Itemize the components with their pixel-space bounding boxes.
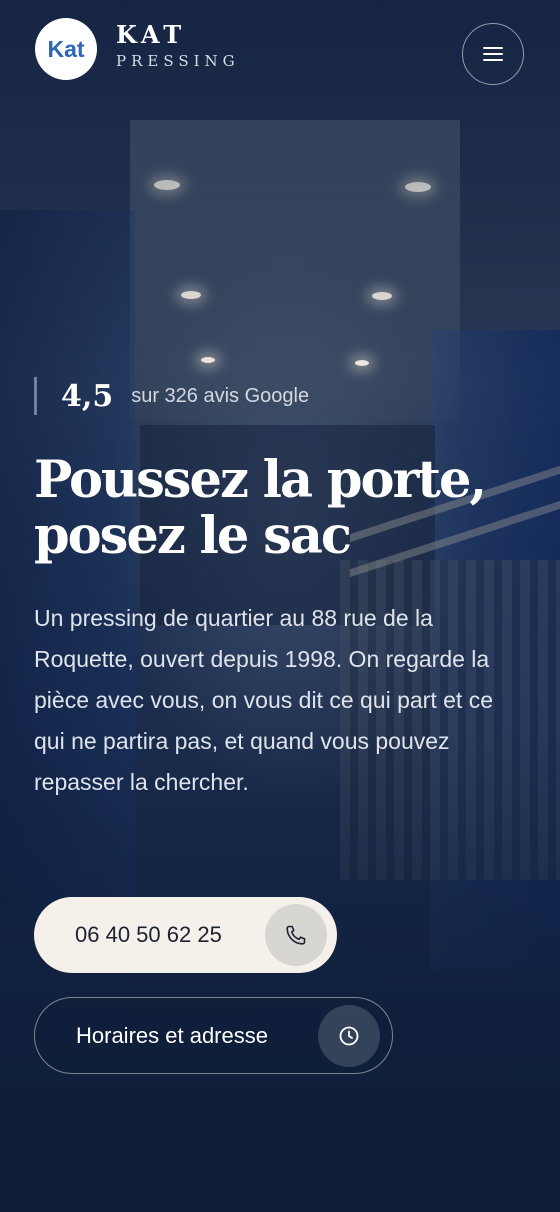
- clock-icon: [318, 1005, 380, 1067]
- call-button-label: 06 40 50 62 25: [75, 922, 222, 947]
- google-rating: 4,5 sur 326 avis Google: [34, 377, 309, 415]
- phone-icon: [265, 904, 327, 966]
- rating-score: 4,5: [61, 378, 114, 414]
- logo-link[interactable]: Kat: [35, 18, 97, 80]
- logo-text: Kat: [47, 35, 85, 62]
- intro-text: Un pressing de quartier au 88 rue de la …: [34, 605, 493, 795]
- hamburger-icon: [483, 47, 503, 61]
- call-button[interactable]: 06 40 50 62 25: [34, 897, 337, 973]
- hours-address-button[interactable]: Horaires et adresse: [34, 997, 393, 1074]
- hero-section: Kat KAT PRESSING 4,5 sur 326 avis Google…: [0, 0, 560, 1212]
- brand[interactable]: KAT PRESSING: [116, 20, 240, 71]
- brand-name: KAT: [116, 20, 187, 49]
- menu-button[interactable]: [462, 23, 524, 85]
- hours-button-label: Horaires et adresse: [76, 1023, 268, 1048]
- page-title: Poussez la porte, posez le sac: [34, 450, 487, 566]
- brand-subtitle: PRESSING: [116, 52, 240, 70]
- rating-text: sur 326 avis Google: [131, 384, 310, 407]
